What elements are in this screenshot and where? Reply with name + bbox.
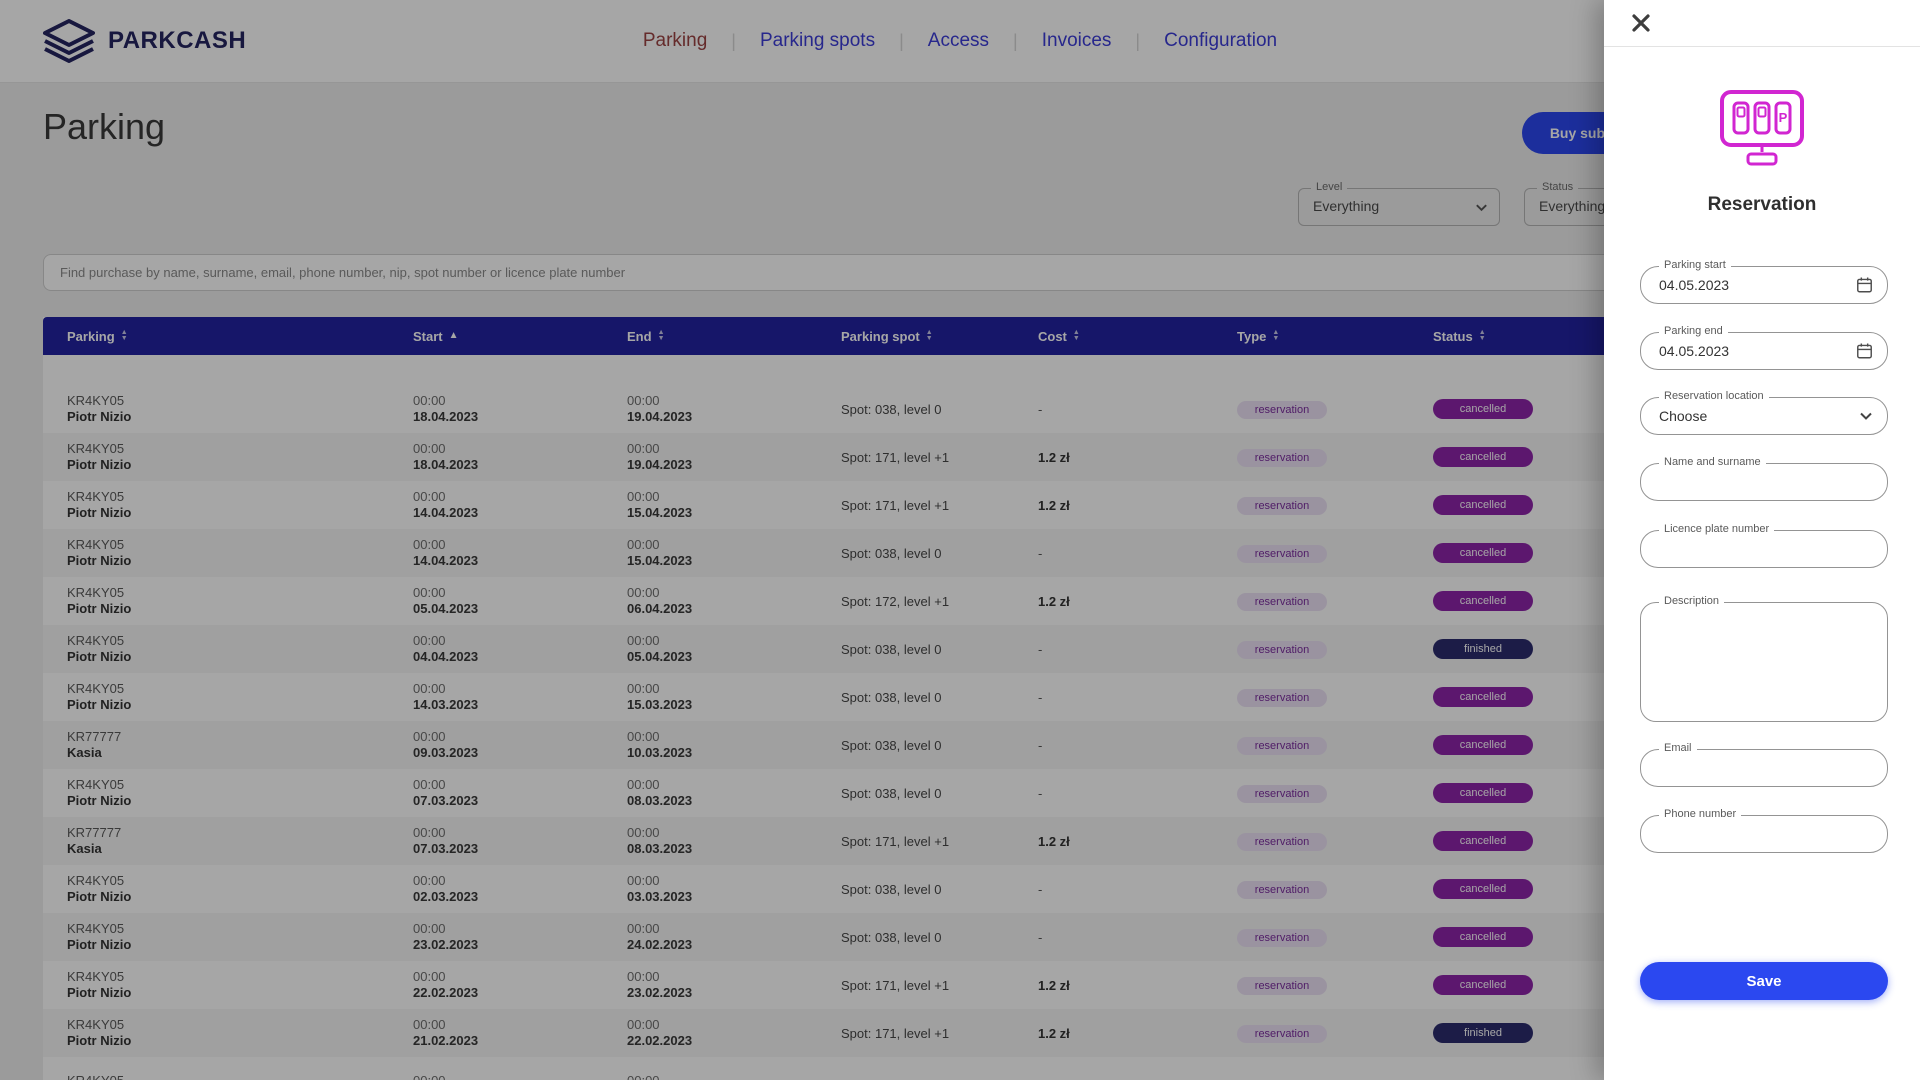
- field-parking-end: Parking end: [1640, 332, 1888, 370]
- save-button[interactable]: Save: [1640, 962, 1888, 1000]
- phone-number-input[interactable]: [1641, 816, 1887, 852]
- field-licence-plate-number: Licence plate number: [1640, 530, 1888, 568]
- chevron-down-icon[interactable]: [1858, 408, 1874, 424]
- calendar-icon[interactable]: [1855, 342, 1874, 361]
- calendar-icon[interactable]: [1855, 276, 1874, 295]
- reservation-drawer: P Reservation Parking start Parking end: [1604, 0, 1920, 1080]
- licence-plate-number-input[interactable]: [1641, 531, 1887, 567]
- field-reservation-location: Reservation location: [1640, 397, 1888, 435]
- svg-text:P: P: [1779, 110, 1788, 125]
- name-and-surname-input[interactable]: [1641, 464, 1887, 500]
- drawer-divider: [1604, 46, 1920, 47]
- reservation-location-select[interactable]: [1641, 398, 1887, 434]
- drawer-title: Reservation: [1604, 194, 1920, 216]
- parking-end-input[interactable]: [1641, 333, 1887, 369]
- app-root: PARKCASH Parking|Parking spots|Access|In…: [0, 0, 1920, 1080]
- field-description: Description: [1640, 602, 1888, 722]
- field-phone-number: Phone number: [1640, 815, 1888, 853]
- parking-start-input[interactable]: [1641, 267, 1887, 303]
- email-input[interactable]: [1641, 750, 1887, 786]
- field-email: Email: [1640, 749, 1888, 787]
- parking-meters-icon: P: [1712, 88, 1812, 172]
- close-icon[interactable]: [1626, 9, 1656, 39]
- description-textarea[interactable]: [1641, 603, 1887, 721]
- field-name-and-surname: Name and surname: [1640, 463, 1888, 501]
- field-parking-start: Parking start: [1640, 266, 1888, 304]
